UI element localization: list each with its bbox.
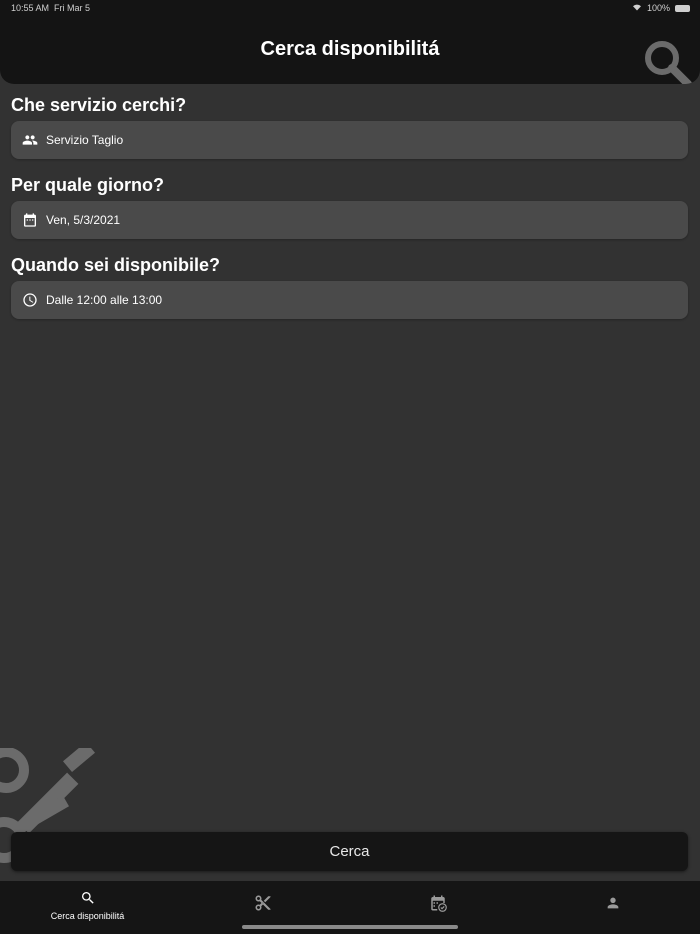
service-field[interactable]: Servizio Taglio [11, 121, 688, 159]
status-date: Fri Mar 5 [54, 3, 91, 13]
day-question: Per quale giorno? [11, 175, 165, 195]
battery-icon [675, 4, 690, 12]
home-indicator[interactable] [242, 925, 458, 929]
clock-icon [22, 292, 38, 308]
time-question: Quando sei disponibile? [11, 255, 221, 275]
cerca-button[interactable]: Cerca [11, 832, 688, 871]
scissors-icon [254, 894, 272, 912]
tab-cerca-disponibilita[interactable]: Cerca disponibilitá [0, 881, 175, 934]
day-field[interactable]: Ven, 5/3/2021 [11, 201, 688, 239]
status-bar: 10:55 AM Fri Mar 5 100% [0, 0, 700, 18]
status-indicators: 100% [632, 3, 690, 13]
tab-label: Cerca disponibilitá [50, 911, 125, 921]
person-icon [604, 894, 622, 912]
search-icon [642, 38, 694, 84]
status-time-date: 10:55 AM Fri Mar 5 [11, 3, 90, 13]
service-value: Servizio Taglio [46, 133, 124, 147]
tab-profile[interactable] [525, 881, 700, 934]
time-field[interactable]: Dalle 12:00 alle 13:00 [11, 281, 688, 319]
service-question: Che servizio cerchi? [11, 95, 187, 115]
calendar-check-icon [429, 894, 447, 912]
battery-percent: 100% [646, 3, 670, 13]
wifi-icon [632, 3, 642, 13]
day-value: Ven, 5/3/2021 [46, 213, 121, 227]
time-value: Dalle 12:00 alle 13:00 [46, 293, 163, 307]
search-icon [79, 889, 97, 907]
people-icon [22, 132, 38, 148]
calendar-icon [22, 212, 38, 228]
page-title: Cerca disponibilitá [260, 38, 440, 60]
status-time: 10:55 AM [11, 3, 50, 13]
